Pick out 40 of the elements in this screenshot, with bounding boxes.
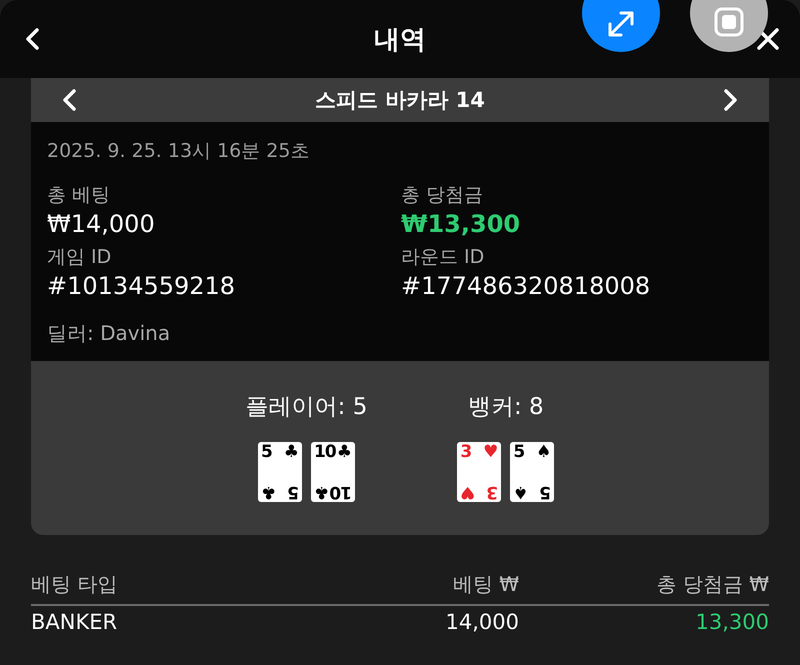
table-cell-text: 13,300: [694, 609, 769, 634]
table-cell-text: BANKER: [31, 609, 118, 634]
dealer-name: 딜러: Davina: [47, 320, 172, 347]
field-value: ₩14,000: [47, 210, 156, 238]
card-suit: ♥: [460, 483, 476, 500]
field-label: 총 당첨금: [401, 183, 484, 208]
card-suit: ♥: [483, 444, 498, 461]
next-icon[interactable]: [722, 88, 739, 112]
field-label: 게임 ID: [47, 245, 112, 270]
card-suit: ♣: [284, 444, 299, 461]
field-value: #177486320818008: [401, 272, 652, 300]
field-value: #10134559218: [47, 272, 236, 300]
hand-score: 플레이어: 5: [246, 393, 368, 422]
card-rank: 3: [488, 483, 498, 500]
card-rank: 5: [260, 444, 272, 461]
card-suit: ♣: [260, 483, 276, 500]
card-rank: 10: [314, 444, 336, 461]
card-rank: 10: [330, 483, 352, 500]
game-title: 스피드 바카라 14: [315, 87, 485, 114]
card-rank: 5: [288, 483, 299, 500]
hand-score: 뱅커: 8: [468, 393, 544, 422]
column-header: 베팅 타입: [31, 571, 118, 598]
card-rank: 3: [460, 444, 472, 461]
date-time: 2025. 9. 25. 13시 16분 25초: [47, 139, 310, 164]
card-rank: 5: [540, 483, 552, 500]
card-suit: ♠: [513, 483, 529, 500]
table-cell-text: 14,000: [444, 609, 519, 634]
card-rank: 5: [513, 444, 524, 461]
window-title: 내역: [374, 24, 426, 56]
back-icon[interactable]: [24, 27, 40, 51]
column-header: 베팅 ₩: [452, 571, 519, 598]
close-icon[interactable]: [756, 27, 780, 51]
field-value: ₩13,300: [401, 210, 522, 238]
column-header: 총 당첨금 ₩: [656, 571, 769, 598]
card-suit: ♣: [336, 444, 352, 461]
previous-icon[interactable]: [61, 88, 77, 112]
field-label: 라운드 ID: [401, 245, 486, 270]
card-suit: ♠: [536, 444, 552, 461]
card-suit: ♣: [314, 483, 330, 500]
field-label: 총 베팅: [47, 183, 112, 208]
